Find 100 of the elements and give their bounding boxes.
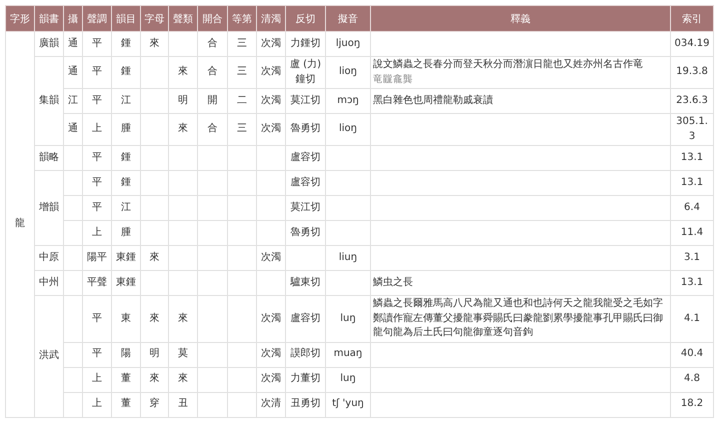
table-cell: 鍾 [112,146,140,170]
table-cell: 平 [82,170,112,196]
table-cell: 東鍾 [112,270,140,296]
gloss-cell: 黑白雜色也周禮龍勒戚衰讀 [370,88,670,114]
table-cell: 力鍾切 [286,32,326,56]
table-cell: 二 [228,88,256,114]
table-cell: luŋ [326,296,370,342]
table-cell: 董 [112,367,140,392]
table-cell: mɔŋ [326,88,370,114]
header-cell: 韻書 [34,6,64,32]
table-cell: 034.19 [670,32,714,56]
table-cell: 通 [64,32,82,56]
table-cell: 23.6.3 [670,88,714,114]
table-cell: 力董切 [286,367,326,392]
table-cell: 陽平 [82,246,112,270]
table-cell: 通 [64,114,82,146]
table-cell: 董 [112,392,140,417]
table-cell: 江 [64,88,82,114]
table-cell: 6.4 [670,196,714,220]
header-cell: 反切 [286,6,326,32]
table-cell: 明 [140,342,168,367]
rhyme-book-cell: 中州 [34,270,64,296]
table-cell: 40.4 [670,342,714,367]
table-cell: 合 [198,32,228,56]
table-cell: 來 [168,114,198,146]
table-cell: 盧 (力) 鐘切 [286,56,326,88]
gloss-cell: 鱗虫之長 [370,270,670,296]
table-cell: 莫江切 [286,196,326,220]
header-cell: 擬音 [326,6,370,32]
header-cell: 字母 [140,6,168,32]
header-cell: 等第 [228,6,256,32]
table-cell: 莫江切 [286,88,326,114]
table-cell: 11.4 [670,220,714,246]
table-cell: 次濁 [256,88,286,114]
table-cell: 開 [198,88,228,114]
table-cell: 三 [228,32,256,56]
table-cell: 來 [140,246,168,270]
table-cell: 13.1 [670,270,714,296]
header-cell: 釋義 [370,6,670,32]
table-cell: 明 [168,88,198,114]
header-cell: 聲類 [168,6,198,32]
table-cell: 4.1 [670,296,714,342]
table-cell: 來 [168,56,198,88]
table-cell: 上 [82,220,112,246]
table-cell: lioŋ [326,114,370,146]
table-cell: 次濁 [256,32,286,56]
header-cell: 攝 [64,6,82,32]
rhyme-book-cell: 集韻 [34,56,64,146]
table-cell: 鍾 [112,170,140,196]
table-cell: 東 [112,296,140,342]
table-cell: lioŋ [326,56,370,88]
table-cell: 次濁 [256,56,286,88]
table-cell: 魯勇切 [286,114,326,146]
header-cell: 索引 [670,6,714,32]
table-cell: 盧容切 [286,170,326,196]
table-cell: 東鍾 [112,246,140,270]
header-cell: 開合 [198,6,228,32]
table-cell: 次濁 [256,342,286,367]
table-cell: 來 [140,32,168,56]
rhyme-book-cell: 增韻 [34,170,64,246]
table-cell: 平 [82,32,112,56]
table-cell: 陽 [112,342,140,367]
table-cell: 鍾 [112,56,140,88]
table-cell: 平 [82,88,112,114]
table-cell: 13.1 [670,170,714,196]
table-cell: 來 [140,296,168,342]
table-cell: 來 [140,367,168,392]
table-cell: 次清 [256,392,286,417]
table-cell: 平 [82,146,112,170]
table-cell: 盧容切 [286,296,326,342]
rhyme-book-cell: 中原 [34,246,64,270]
gloss-cell: 說文鱗蟲之長春分而登天秋分而潛濵日龍也又姓亦州名古作竜 竜龖龕龔 [370,56,670,88]
table-cell: muaŋ [326,342,370,367]
table-cell: 3.1 [670,246,714,270]
table-cell: 19.3.8 [670,56,714,88]
table-cell: 平 [82,196,112,220]
gloss-cell: 鱗蟲之長爾雅馬高八尺為龍又通也和也詩何天之龍我龍受之毛如字鄭讀作寵左傳董父擾龍事舜賜氏曰豢龍劉累學擾龍事孔甲賜氏曰御龍句龍為后土氏曰句龍御童逐句音鉤 [370,296,670,342]
table-cell: tʃ 'yuŋ [326,392,370,417]
header-cell: 清濁 [256,6,286,32]
rhyme-book-cell: 洪武 [34,296,64,417]
table-cell: 鍾 [112,32,140,56]
table-cell: 平 [82,56,112,88]
table-cell: ljuoŋ [326,32,370,56]
table-cell: 合 [198,56,228,88]
table-cell: 丑勇切 [286,392,326,417]
table-cell: 13.1 [670,146,714,170]
table-cell: 平聲 [82,270,112,296]
table-cell: 江 [112,88,140,114]
table-cell: 腫 [112,220,140,246]
table-cell: 上 [82,367,112,392]
table-cell: 次濁 [256,367,286,392]
table-cell: 18.2 [670,392,714,417]
table-cell: 江 [112,196,140,220]
table-cell: 三 [228,114,256,146]
table-cell: 305.1.3 [670,114,714,146]
variant-forms-text: 竜龖龕龔 [373,72,414,87]
table-cell: 合 [198,114,228,146]
table-cell: 丑 [168,392,198,417]
table-cell: 上 [82,114,112,146]
table-cell: 驢東切 [286,270,326,296]
